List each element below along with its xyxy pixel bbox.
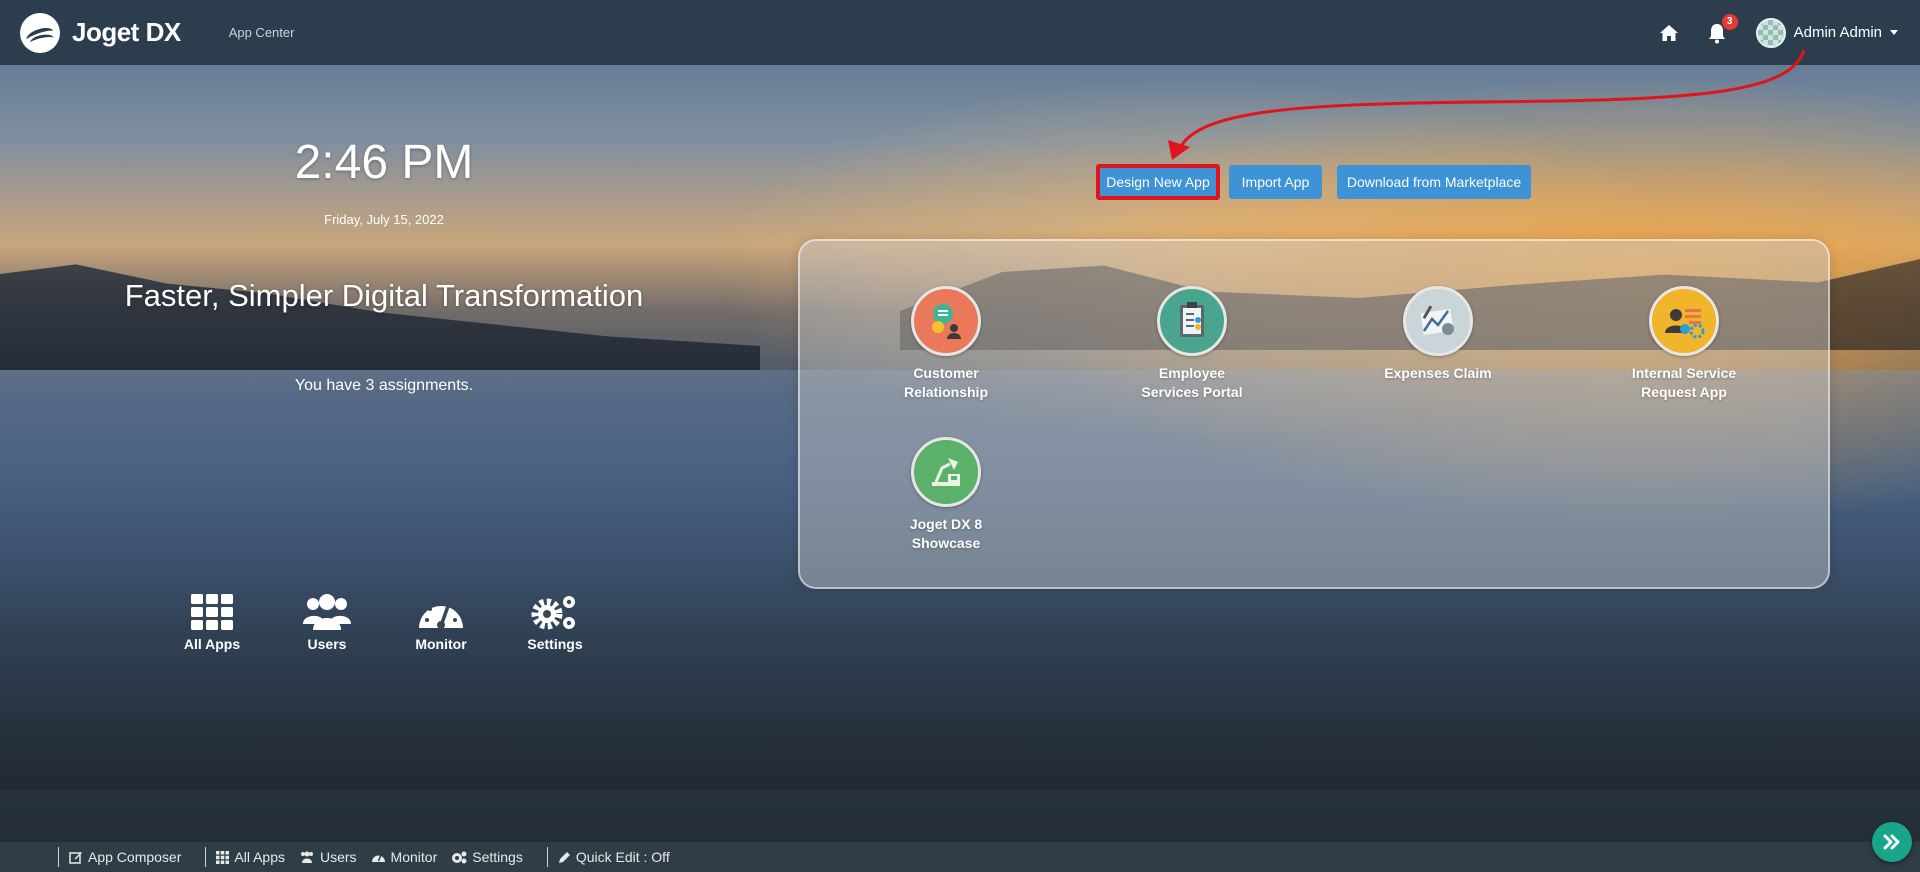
bottom-quick-edit[interactable]: Quick Edit : Off <box>558 849 670 865</box>
grid-icon <box>216 850 230 864</box>
app-label: Employee Services Portal <box>1127 364 1257 402</box>
expand-toolbar-button[interactable] <box>1872 822 1912 862</box>
divider <box>58 847 59 867</box>
divider <box>546 847 548 867</box>
shortcut-users[interactable]: Users <box>287 592 367 652</box>
users-icon <box>303 594 351 630</box>
edit-icon <box>69 852 82 864</box>
user-menu-name[interactable]: Admin Admin <box>1794 24 1882 41</box>
app-label-line2: Showcase <box>911 535 981 551</box>
service-request-icon <box>1649 286 1719 356</box>
shortcut-label: Settings <box>527 636 583 652</box>
download-marketplace-button[interactable]: Download from Marketplace <box>1337 165 1531 199</box>
app-customer-relationship[interactable]: Customer Relationship <box>846 286 1046 402</box>
avatar[interactable] <box>1755 17 1786 48</box>
app-label-line2: Services Portal <box>1141 384 1243 400</box>
notifications-button[interactable]: 3 <box>1704 13 1738 46</box>
bottom-users[interactable]: Users <box>299 849 357 865</box>
shortcut-settings[interactable]: Settings <box>515 592 595 652</box>
app-label-line2: Request App <box>1641 384 1727 400</box>
admin-bottom-bar: App Composer All Apps Users Monitor Sett… <box>0 842 1920 872</box>
tagline: Faster, Simpler Digital Transformation <box>124 278 644 313</box>
shortcut-label: Monitor <box>415 636 467 652</box>
expenses-icon <box>1403 286 1473 356</box>
home-button[interactable] <box>1656 20 1682 46</box>
app-internal-service-request[interactable]: Internal Service Request App <box>1584 286 1784 402</box>
import-app-button[interactable]: Import App <box>1229 165 1322 199</box>
clock-date: Friday, July 15, 2022 <box>324 212 444 227</box>
bottom-app-composer-label: App Composer <box>88 849 182 865</box>
app-label: Internal Service Request App <box>1619 364 1749 402</box>
logo-text: Joget DX <box>72 17 181 47</box>
bottom-all-apps[interactable]: All Apps <box>216 849 285 865</box>
pencil-icon <box>558 851 570 863</box>
bottom-app-composer[interactable]: App Composer <box>69 849 181 865</box>
clipboard-icon <box>1157 286 1227 356</box>
app-joget-dx8-showcase[interactable]: Joget DX 8 Showcase <box>846 437 1046 553</box>
joget-logo-icon <box>20 12 60 53</box>
top-navbar: Joget DX App Center 3 Admin Admin <box>0 0 1920 65</box>
app-label-line1: Customer <box>913 365 979 381</box>
app-employee-services-portal[interactable]: Employee Services Portal <box>1092 286 1292 402</box>
gauge-icon <box>419 602 463 629</box>
assignments-link[interactable]: You have 3 assignments. <box>234 377 534 395</box>
gears-icon <box>452 851 467 863</box>
app-label-line1: Internal Service <box>1631 365 1737 381</box>
gauge-icon <box>371 854 385 862</box>
chevron-down-icon[interactable] <box>1890 30 1898 35</box>
shortcut-all-apps[interactable]: All Apps <box>172 592 252 652</box>
section-label: App Center <box>228 25 295 40</box>
app-label: Customer Relationship <box>881 364 1011 402</box>
shortcut-monitor[interactable]: Monitor <box>401 592 481 652</box>
app-label-line1: Joget DX 8 <box>909 516 983 532</box>
app-label: Joget DX 8 Showcase <box>881 515 1011 553</box>
app-label: Expenses Claim <box>1373 364 1503 383</box>
shortcut-label: Users <box>307 636 347 652</box>
bottom-all-apps-label: All Apps <box>234 849 285 865</box>
gears-icon <box>531 596 575 630</box>
app-expenses-claim[interactable]: Expenses Claim <box>1338 286 1538 383</box>
app-label-line1: Expenses Claim <box>1384 365 1492 381</box>
bottom-quick-edit-label: Quick Edit : Off <box>575 849 670 865</box>
bottom-users-label: Users <box>319 849 357 865</box>
topbar-right: 3 Admin Admin <box>1634 13 1898 48</box>
bottom-monitor[interactable]: Monitor <box>371 849 438 865</box>
grid-icon <box>191 594 233 630</box>
crm-icon <box>911 286 981 356</box>
showcase-icon <box>911 437 981 507</box>
clock-time: 2:46 PM <box>294 136 474 189</box>
double-chevron-right-icon <box>1883 834 1900 850</box>
bottom-settings[interactable]: Settings <box>451 849 523 865</box>
notification-badge: 3 <box>1721 13 1738 30</box>
bottom-settings-label: Settings <box>472 849 523 865</box>
app-label-line2: Relationship <box>903 384 988 400</box>
bottom-monitor-label: Monitor <box>390 849 438 865</box>
logo[interactable]: Joget DX <box>20 12 181 53</box>
app-label-line1: Employee <box>1158 365 1226 381</box>
shortcut-label: All Apps <box>183 636 241 652</box>
home-icon <box>1659 24 1678 41</box>
users-icon <box>300 851 313 863</box>
divider <box>205 847 207 867</box>
design-new-app-button[interactable]: Design New App <box>1096 164 1220 200</box>
apps-panel: Customer Relationship Employee Services … <box>798 239 1830 589</box>
